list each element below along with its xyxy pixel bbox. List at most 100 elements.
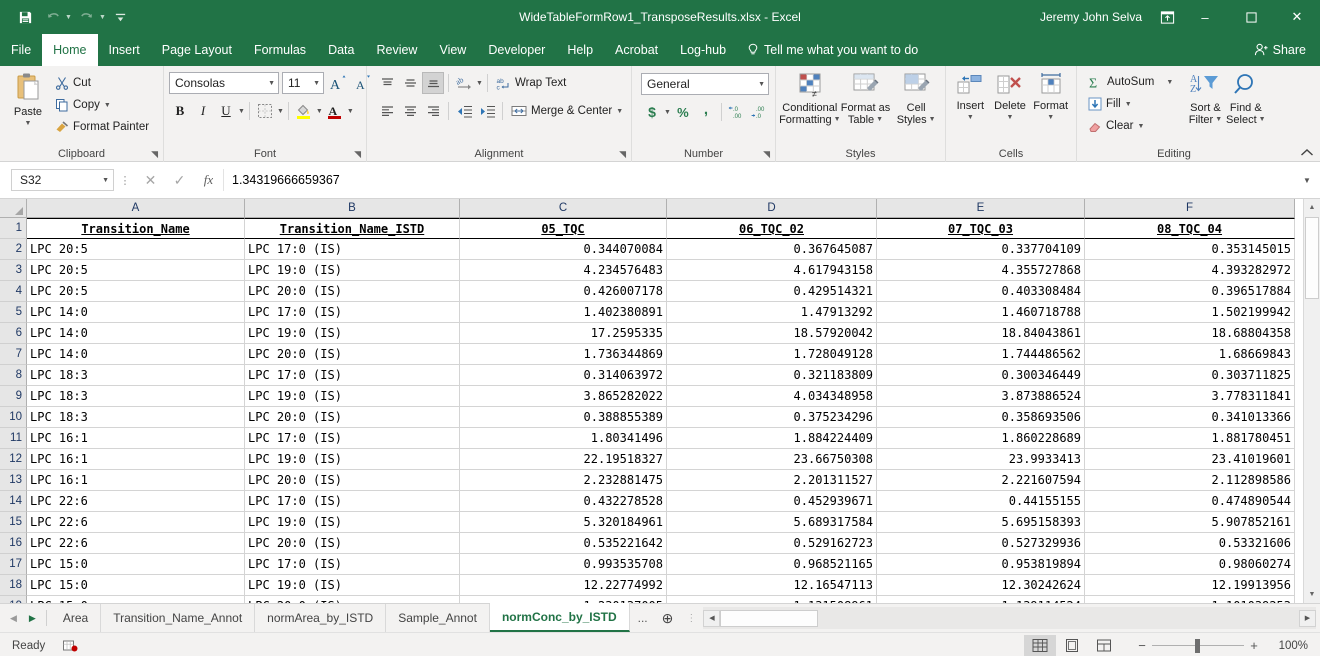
cell-e8[interactable]: 0.300346449 (877, 365, 1085, 386)
cell-b4[interactable]: LPC 20:0 (IS) (245, 281, 460, 302)
row-header-19[interactable]: 19 (0, 596, 27, 603)
row-header-1[interactable]: 1 (0, 218, 27, 239)
cell-c5[interactable]: 1.402380891 (460, 302, 667, 323)
cell-b8[interactable]: LPC 17:0 (IS) (245, 365, 460, 386)
insert-function-button[interactable]: fx (194, 169, 223, 191)
row-header-11[interactable]: 11 (0, 428, 27, 449)
clear-button[interactable]: Clear ▼ (1084, 115, 1177, 137)
cell-a19[interactable]: LPC 15:0 (27, 596, 245, 603)
cell-f10[interactable]: 0.341013366 (1085, 407, 1295, 428)
cell-e3[interactable]: 4.355727868 (877, 260, 1085, 281)
cell-f8[interactable]: 0.303711825 (1085, 365, 1295, 386)
cell-d8[interactable]: 0.321183809 (667, 365, 877, 386)
row-header-8[interactable]: 8 (0, 365, 27, 386)
cell-a16[interactable]: LPC 22:6 (27, 533, 245, 554)
italic-button[interactable]: I (192, 100, 214, 122)
underline-dropdown-caret[interactable]: ▼ (238, 108, 245, 115)
column-header-a[interactable]: A (27, 199, 245, 218)
cell-a1[interactable]: Transition_Name (27, 218, 245, 239)
font-size-combo[interactable]: 11 ▼ (282, 72, 324, 94)
row-header-4[interactable]: 4 (0, 281, 27, 302)
cell-f2[interactable]: 0.353145015 (1085, 239, 1295, 260)
clear-caret[interactable]: ▼ (1137, 123, 1144, 130)
cell-c13[interactable]: 2.232881475 (460, 470, 667, 491)
name-box[interactable]: S32 ▼ (11, 169, 114, 191)
cell-c8[interactable]: 0.314063972 (460, 365, 667, 386)
decrease-indent-button[interactable] (453, 100, 475, 122)
cell-a4[interactable]: LPC 20:5 (27, 281, 245, 302)
cell-f1[interactable]: 08_TQC_04 (1085, 218, 1295, 239)
underline-button[interactable]: U (215, 100, 237, 122)
cell-e9[interactable]: 3.873886524 (877, 386, 1085, 407)
column-header-c[interactable]: C (460, 199, 667, 218)
save-icon[interactable] (12, 5, 38, 29)
paste-button[interactable]: Paste ▼ (5, 70, 51, 130)
cut-button[interactable]: Cut (51, 72, 153, 94)
cell-styles-button[interactable]: Cell Styles ▼ (893, 70, 939, 126)
fill-color-button[interactable] (293, 100, 315, 122)
sheet-tab-normarea-by-istd[interactable]: normArea_by_ISTD (255, 604, 387, 632)
cell-c2[interactable]: 0.344070084 (460, 239, 667, 260)
cell-e2[interactable]: 0.337704109 (877, 239, 1085, 260)
scroll-down-arrow[interactable]: ▼ (1303, 586, 1320, 603)
format-as-table-button[interactable]: Format as Table ▼ (839, 70, 891, 126)
ribbon-tab-help[interactable]: Help (556, 34, 604, 66)
cell-d9[interactable]: 4.034348958 (667, 386, 877, 407)
cell-f7[interactable]: 1.68669843 (1085, 344, 1295, 365)
cell-b18[interactable]: LPC 19:0 (IS) (245, 575, 460, 596)
cell-e15[interactable]: 5.695158393 (877, 512, 1085, 533)
decrease-decimal-button[interactable]: .00.0 (749, 101, 771, 123)
delete-cells-caret[interactable]: ▼ (1007, 112, 1014, 124)
cell-a14[interactable]: LPC 22:6 (27, 491, 245, 512)
vertical-scrollbar[interactable]: ▲ ▼ (1303, 199, 1320, 603)
row-header-16[interactable]: 16 (0, 533, 27, 554)
delete-cells-button[interactable]: Delete ▼ (990, 70, 1031, 124)
number-format-caret[interactable]: ▼ (758, 81, 765, 88)
cell-a8[interactable]: LPC 18:3 (27, 365, 245, 386)
ribbon-tab-acrobat[interactable]: Acrobat (604, 34, 669, 66)
cell-a2[interactable]: LPC 20:5 (27, 239, 245, 260)
row-header-13[interactable]: 13 (0, 470, 27, 491)
cell-e6[interactable]: 18.84043861 (877, 323, 1085, 344)
cell-d11[interactable]: 1.884224409 (667, 428, 877, 449)
cell-a9[interactable]: LPC 18:3 (27, 386, 245, 407)
column-header-d[interactable]: D (667, 199, 877, 218)
cell-e10[interactable]: 0.358693506 (877, 407, 1085, 428)
format-cells-caret[interactable]: ▼ (1047, 112, 1054, 124)
cell-a10[interactable]: LPC 18:3 (27, 407, 245, 428)
cell-b2[interactable]: LPC 17:0 (IS) (245, 239, 460, 260)
customize-qat-icon[interactable] (108, 5, 134, 29)
cell-e5[interactable]: 1.460718788 (877, 302, 1085, 323)
cell-f9[interactable]: 3.778311841 (1085, 386, 1295, 407)
enter-entry-button[interactable]: ✓ (165, 169, 194, 191)
ribbon-display-options-icon[interactable] (1152, 0, 1182, 34)
cell-b16[interactable]: LPC 20:0 (IS) (245, 533, 460, 554)
ribbon-tab-review[interactable]: Review (365, 34, 428, 66)
ribbon-tab-formulas[interactable]: Formulas (243, 34, 317, 66)
alignment-dialog-launcher[interactable]: ◥ (619, 149, 626, 160)
ribbon-tab-file[interactable]: File (0, 34, 42, 66)
sheet-tab-sample-annot[interactable]: Sample_Annot (386, 604, 490, 632)
borders-dropdown-caret[interactable]: ▼ (277, 108, 284, 115)
cell-c4[interactable]: 0.426007178 (460, 281, 667, 302)
number-format-combo[interactable]: General ▼ (641, 73, 769, 95)
horizontal-split-handle[interactable]: ⋮ (679, 604, 703, 632)
ribbon-tab-home[interactable]: Home (42, 34, 98, 66)
cell-b17[interactable]: LPC 17:0 (IS) (245, 554, 460, 575)
cell-d15[interactable]: 5.689317584 (667, 512, 877, 533)
cell-c19[interactable]: 1.230137005 (460, 596, 667, 603)
zoom-slider[interactable] (1152, 638, 1244, 653)
accounting-dropdown-caret[interactable]: ▼ (664, 109, 671, 116)
conditional-formatting-button[interactable]: ≠ Conditional Formatting ▼ (779, 70, 841, 126)
cell-c9[interactable]: 3.865282022 (460, 386, 667, 407)
cell-styles-caret[interactable]: ▼ (929, 114, 936, 126)
ribbon-tab-view[interactable]: View (428, 34, 477, 66)
cell-e13[interactable]: 2.221607594 (877, 470, 1085, 491)
cell-b6[interactable]: LPC 19:0 (IS) (245, 323, 460, 344)
ribbon-tab-developer[interactable]: Developer (477, 34, 556, 66)
collapse-ribbon-icon[interactable] (1300, 148, 1314, 157)
orientation-button[interactable]: ab (453, 72, 475, 94)
row-header-5[interactable]: 5 (0, 302, 27, 323)
cell-f17[interactable]: 0.98060274 (1085, 554, 1295, 575)
cell-e1[interactable]: 07_TQC_03 (877, 218, 1085, 239)
